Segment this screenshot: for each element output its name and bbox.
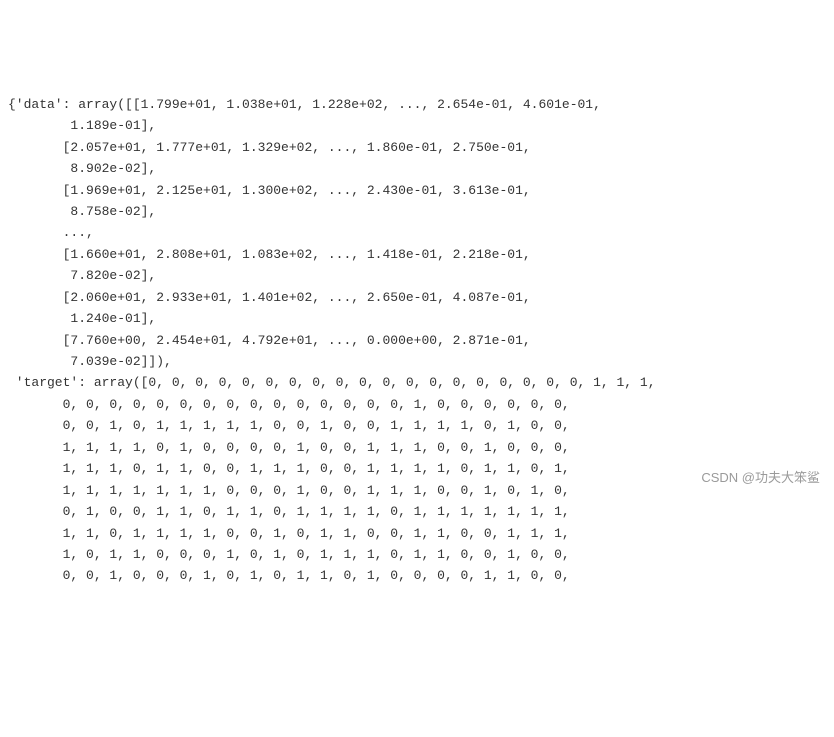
output-line: 7.039e-02]]), [8,354,172,369]
output-line: [1.969e+01, 2.125e+01, 1.300e+02, ..., 2… [8,183,531,198]
output-line: 1.240e-01], [8,311,156,326]
output-line: 7.820e-02], [8,268,156,283]
output-line: 1.189e-01], [8,118,156,133]
output-line: 1, 1, 1, 0, 1, 1, 0, 0, 1, 1, 1, 0, 0, 1… [8,461,570,476]
output-line: 1, 0, 1, 1, 0, 0, 0, 1, 0, 1, 0, 1, 1, 1… [8,547,570,562]
output-line: [2.057e+01, 1.777e+01, 1.329e+02, ..., 1… [8,140,531,155]
output-line: 0, 0, 0, 0, 0, 0, 0, 0, 0, 0, 0, 0, 0, 0… [8,397,570,412]
output-line: 0, 0, 1, 0, 1, 1, 1, 1, 1, 0, 0, 1, 0, 0… [8,418,570,433]
output-line: 0, 1, 0, 0, 1, 1, 0, 1, 1, 0, 1, 1, 1, 1… [8,504,570,519]
output-line: 8.758e-02], [8,204,156,219]
output-line: 1, 1, 1, 1, 1, 1, 1, 0, 0, 0, 1, 0, 0, 1… [8,483,570,498]
output-line: [2.060e+01, 2.933e+01, 1.401e+02, ..., 2… [8,290,531,305]
output-line: 8.902e-02], [8,161,156,176]
output-line: [1.660e+01, 2.808e+01, 1.083e+02, ..., 1… [8,247,531,262]
output-line: 0, 0, 1, 0, 0, 0, 1, 0, 1, 0, 1, 1, 0, 1… [8,568,570,583]
code-output: {'data': array([[1.799e+01, 1.038e+01, 1… [8,94,826,587]
output-line: 1, 1, 1, 1, 0, 1, 0, 0, 0, 0, 1, 0, 0, 1… [8,440,570,455]
output-line: 'target': array([0, 0, 0, 0, 0, 0, 0, 0,… [8,375,656,390]
output-line: {'data': array([[1.799e+01, 1.038e+01, 1… [8,97,601,112]
output-line: ..., [8,225,94,240]
output-line: [7.760e+00, 2.454e+01, 4.792e+01, ..., 0… [8,333,531,348]
output-line: 1, 1, 0, 1, 1, 1, 1, 0, 0, 1, 0, 1, 1, 0… [8,526,570,541]
